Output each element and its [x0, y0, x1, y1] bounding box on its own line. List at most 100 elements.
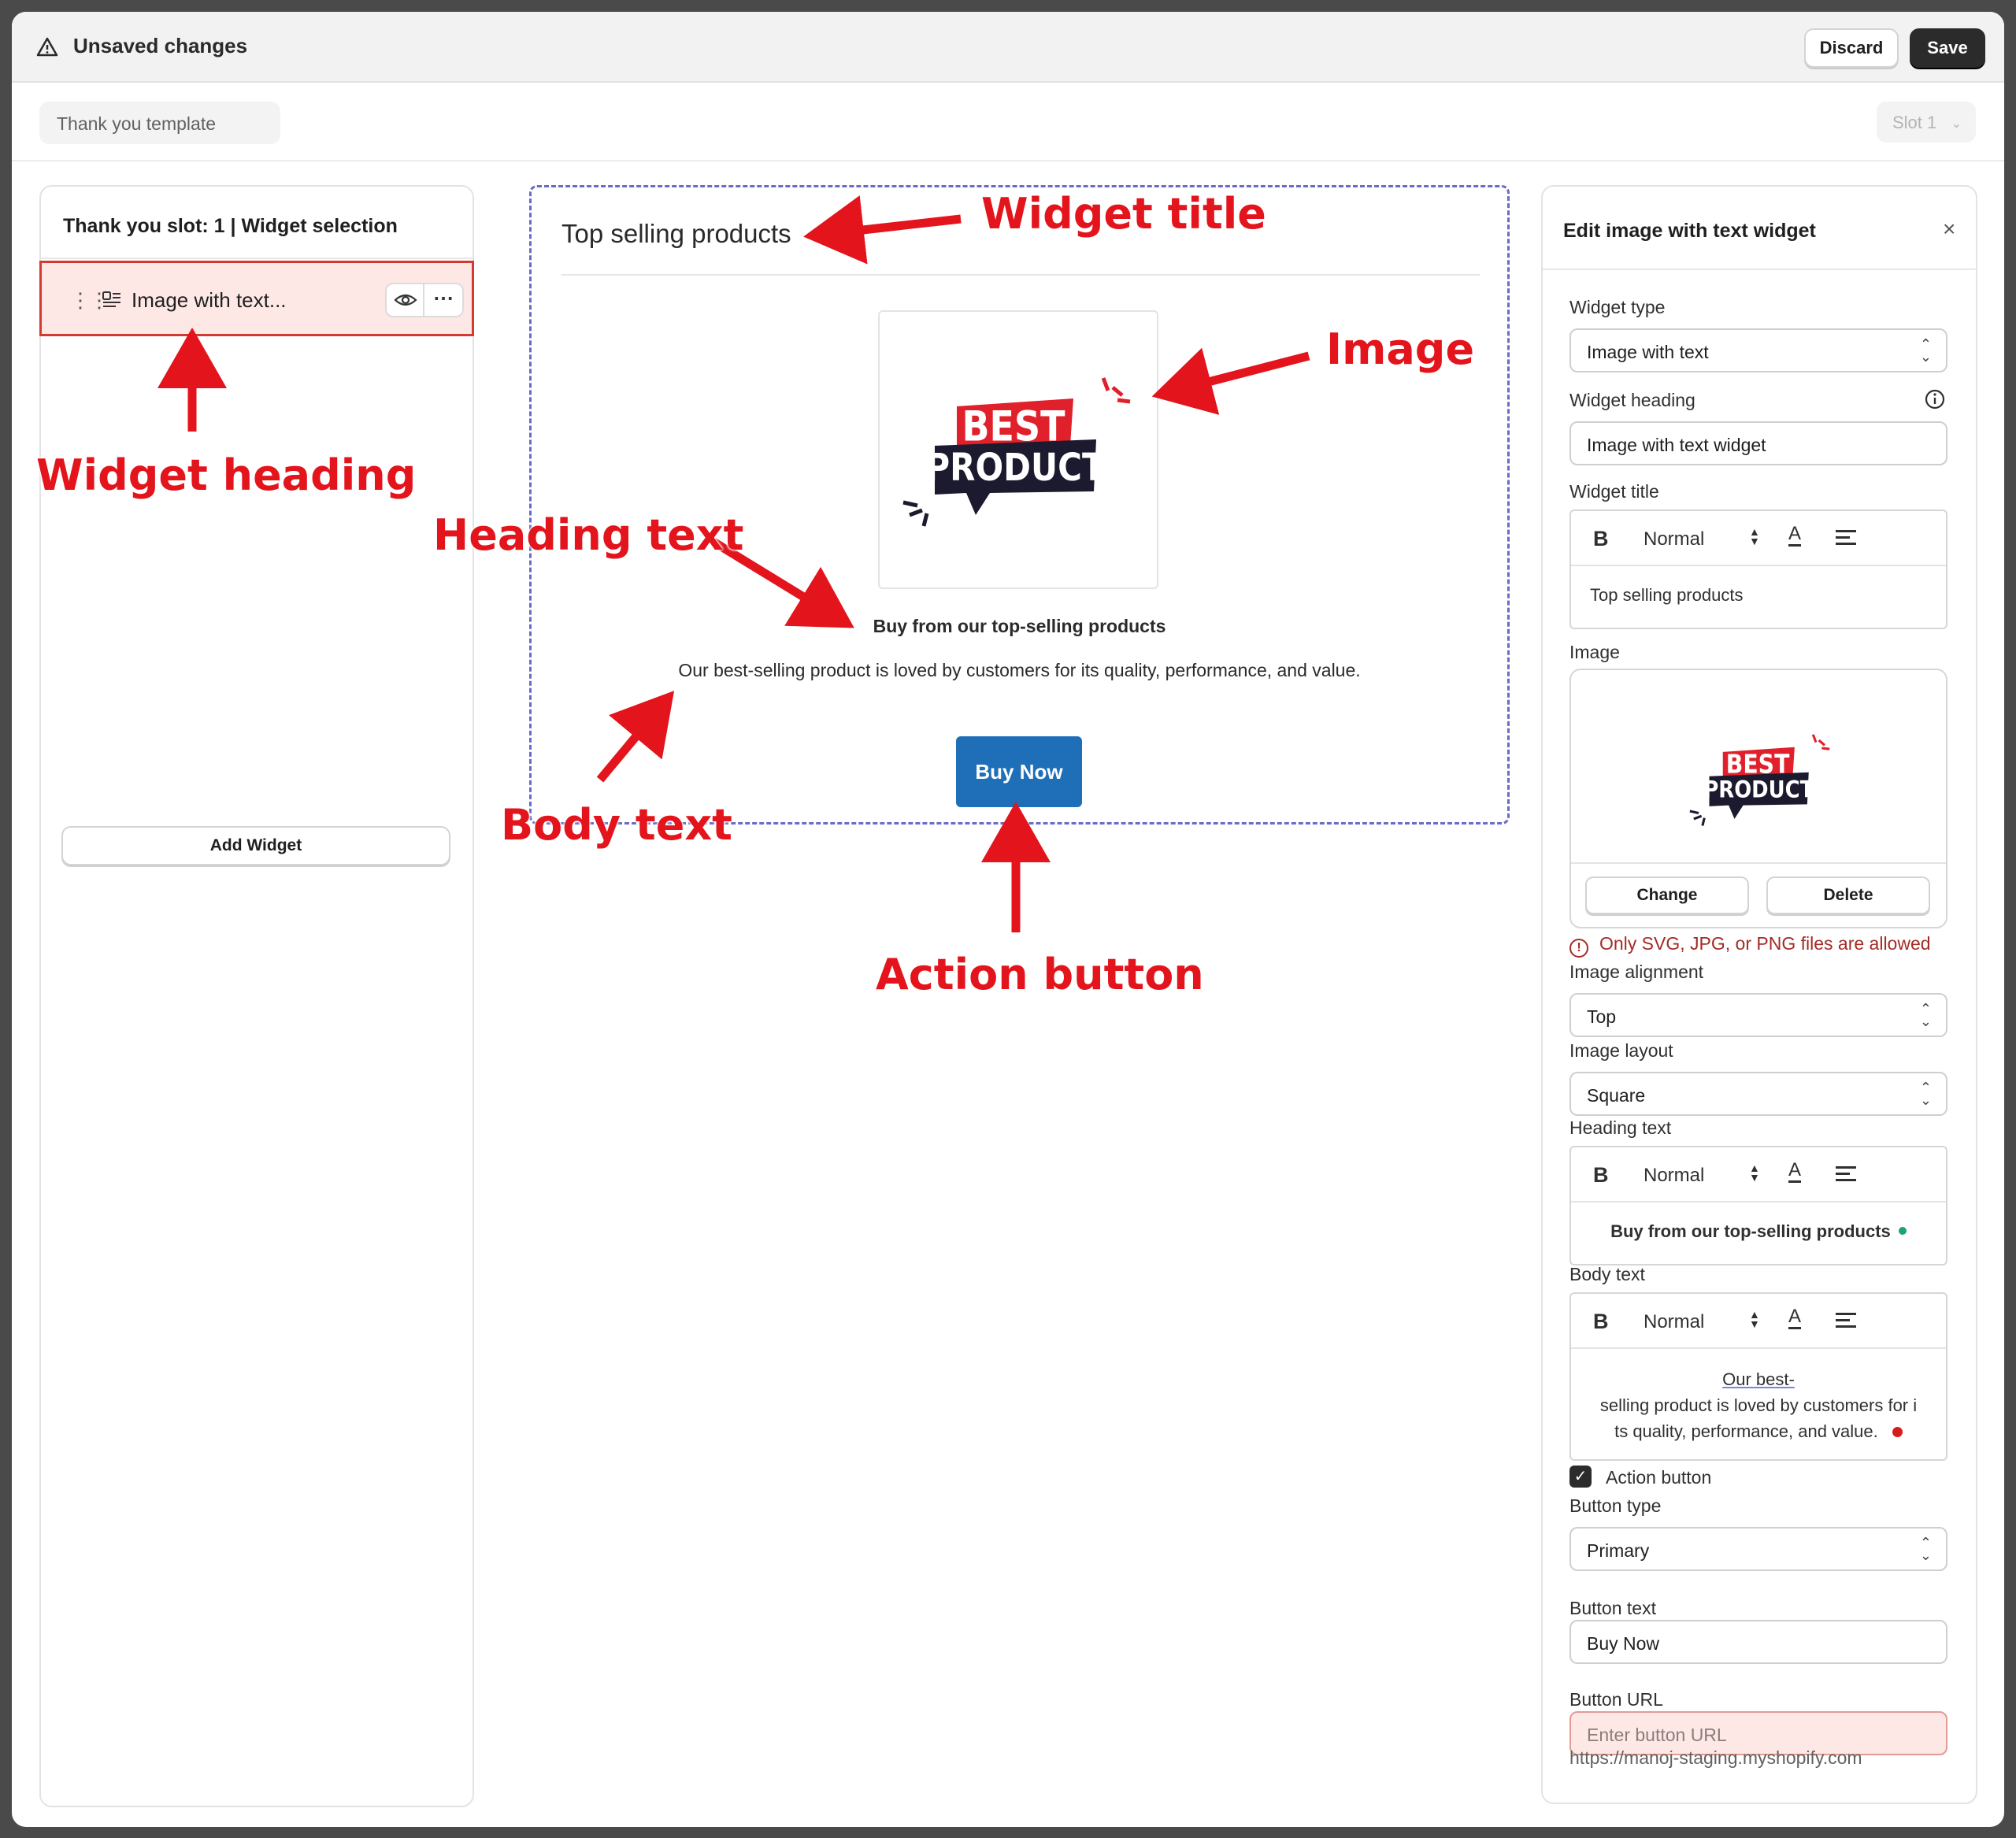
- body-text-content[interactable]: Our best- selling product is loved by cu…: [1571, 1349, 1946, 1444]
- image-layout-label: Image layout: [1569, 1040, 1673, 1061]
- edit-panel-title: Edit image with text widget: [1563, 220, 1816, 242]
- text-toolbar: B Normal ▲ ▼ A: [1571, 1294, 1946, 1349]
- unsaved-changes-bar: Unsaved changes Discard Save: [12, 12, 2004, 83]
- select-updown-icon: ⌃ ⌄: [1919, 1001, 1932, 1029]
- widget-title-text[interactable]: Top selling products: [1571, 566, 1946, 624]
- body-text-label: Body text: [1569, 1264, 1645, 1284]
- body-text-line-2: selling product is loved by customers fo…: [1599, 1395, 1918, 1415]
- change-image-button[interactable]: Change: [1585, 876, 1749, 914]
- divider: [1571, 862, 1946, 864]
- slot-select-label: Slot 1: [1892, 113, 1937, 132]
- info-icon[interactable]: [1924, 388, 1946, 410]
- image-layout-select[interactable]: Square ⌃ ⌄: [1569, 1072, 1947, 1116]
- preview-heading-text: Buy from our top-selling products: [873, 616, 1166, 636]
- select-updown-icon: ⌃ ⌄: [1919, 336, 1932, 365]
- widget-selection-panel: Thank you slot: 1 | Widget selection ⋮⋮ …: [39, 185, 474, 1807]
- text-style-select[interactable]: Normal: [1644, 528, 1704, 550]
- widget-title-editor[interactable]: B Normal ▲ ▼ A Top selling products: [1569, 510, 1947, 629]
- annotation-widget-heading: Widget heading: [36, 450, 417, 500]
- action-button-checkbox[interactable]: ✓: [1569, 1466, 1592, 1488]
- widget-heading-label: Widget heading: [1569, 390, 1695, 410]
- preview-body-text: Our best-selling product is loved by cus…: [678, 660, 1361, 680]
- widget-list-item[interactable]: ⋮⋮ Image with text... ⋯: [39, 261, 474, 336]
- buy-now-button[interactable]: Buy Now: [956, 736, 1082, 807]
- thumb-product-text: PRODUCT: [1703, 776, 1814, 803]
- badge-best-text: BEST: [962, 402, 1065, 450]
- heading-text-value: Buy from our top-selling products: [1610, 1221, 1891, 1241]
- text-color-button[interactable]: A: [1788, 524, 1802, 547]
- button-type-value: Primary: [1587, 1540, 1650, 1561]
- body-text-line-3: ts quality, performance, and value.: [1614, 1421, 1878, 1441]
- annotation-body-text: Body text: [501, 800, 732, 850]
- image-text-widget-icon: [102, 291, 120, 307]
- text-style-select[interactable]: Normal: [1644, 1165, 1704, 1187]
- widget-preview: Top selling products BEST PRODUCT Buy fr…: [529, 185, 1510, 825]
- image-upload-panel: BEST PRODUCT Change Delete: [1569, 669, 1947, 928]
- divider: [1543, 269, 1976, 270]
- body-text-editor[interactable]: B Normal ▲ ▼ A Our best- selling product …: [1569, 1292, 1947, 1461]
- image-error-text: Only SVG, JPG, or PNG files are allowed: [1599, 933, 1931, 954]
- divider: [41, 258, 472, 259]
- annotation-widget-title: Widget title: [981, 189, 1266, 239]
- add-widget-button[interactable]: Add Widget: [61, 826, 450, 865]
- preview-widget-title: Top selling products: [561, 219, 791, 248]
- divider: [561, 274, 1480, 276]
- edit-widget-panel: Edit image with text widget × Widget typ…: [1541, 185, 1977, 1804]
- updown-icon: ▲ ▼: [1749, 525, 1760, 547]
- annotation-action-button: Action button: [876, 950, 1204, 999]
- text-toolbar: B Normal ▲ ▼ A: [1571, 511, 1946, 566]
- template-name[interactable]: Thank you template: [39, 102, 280, 144]
- heading-text-editor[interactable]: B Normal ▲ ▼ A Buy from our top-selling p…: [1569, 1146, 1947, 1265]
- close-icon[interactable]: ×: [1943, 217, 1955, 242]
- text-style-select[interactable]: Normal: [1644, 1311, 1704, 1333]
- more-options-button[interactable]: ⋯: [423, 283, 464, 317]
- discard-button[interactable]: Discard: [1804, 28, 1899, 68]
- text-color-button[interactable]: A: [1788, 1306, 1802, 1329]
- text-color-button[interactable]: A: [1788, 1160, 1802, 1183]
- annotation-image: Image: [1326, 324, 1475, 374]
- heading-text-label: Heading text: [1569, 1117, 1672, 1138]
- delete-image-button[interactable]: Delete: [1766, 876, 1930, 914]
- align-left-icon[interactable]: [1836, 530, 1856, 549]
- bold-button[interactable]: B: [1593, 527, 1609, 551]
- annotation-heading-text: Heading text: [433, 510, 744, 560]
- best-product-thumbnail: BEST PRODUCT: [1689, 734, 1830, 826]
- warning-triangle-icon: [36, 37, 58, 57]
- panel-title: Thank you slot: 1 | Widget selection: [63, 215, 398, 237]
- ellipsis-icon: ⋯: [433, 286, 454, 309]
- image-label: Image: [1569, 642, 1620, 662]
- image-alignment-select[interactable]: Top ⌃ ⌄: [1569, 993, 1947, 1037]
- widget-type-select[interactable]: Image with text ⌃ ⌄: [1569, 328, 1947, 372]
- body-text-line-1: Our best-: [1722, 1369, 1795, 1389]
- button-type-label: Button type: [1569, 1495, 1662, 1516]
- eye-icon: [394, 294, 417, 306]
- bold-button[interactable]: B: [1593, 1310, 1609, 1334]
- preview-image: BEST PRODUCT: [878, 310, 1158, 589]
- image-alignment-value: Top: [1587, 1006, 1617, 1027]
- widget-heading-input[interactable]: Image with text widget: [1569, 421, 1947, 465]
- status-dot-green: [1898, 1227, 1907, 1235]
- image-alignment-label: Image alignment: [1569, 962, 1704, 982]
- slot-select[interactable]: Slot 1 ⌄: [1877, 102, 1976, 143]
- align-left-icon[interactable]: [1836, 1313, 1856, 1332]
- widget-list-item-label: Image with text...: [132, 288, 287, 312]
- error-circle-icon: !: [1569, 939, 1588, 958]
- save-button[interactable]: Save: [1910, 28, 1985, 68]
- updown-icon: ▲ ▼: [1749, 1162, 1760, 1184]
- text-toolbar: B Normal ▲ ▼ A: [1571, 1147, 1946, 1202]
- button-type-select[interactable]: Primary ⌃ ⌄: [1569, 1527, 1947, 1571]
- best-product-badge-image: BEST PRODUCT: [902, 377, 1131, 527]
- store-url-helper: https://manoj-staging.myshopify.com: [1569, 1747, 1862, 1768]
- select-updown-icon: ⌃ ⌄: [1919, 1080, 1932, 1108]
- widget-type-label: Widget type: [1569, 297, 1666, 317]
- button-text-label: Button text: [1569, 1598, 1656, 1618]
- select-updown-icon: ⌃ ⌄: [1919, 1535, 1932, 1563]
- heading-text-content[interactable]: Buy from our top-selling products: [1571, 1202, 1946, 1261]
- bold-button[interactable]: B: [1593, 1163, 1609, 1188]
- visibility-button[interactable]: [385, 283, 424, 317]
- button-text-input[interactable]: Buy Now: [1569, 1620, 1947, 1664]
- align-left-icon[interactable]: [1836, 1166, 1856, 1185]
- widget-title-label: Widget title: [1569, 481, 1659, 502]
- action-button-checkbox-label: Action button: [1606, 1467, 1712, 1488]
- status-dot-red: [1892, 1427, 1903, 1437]
